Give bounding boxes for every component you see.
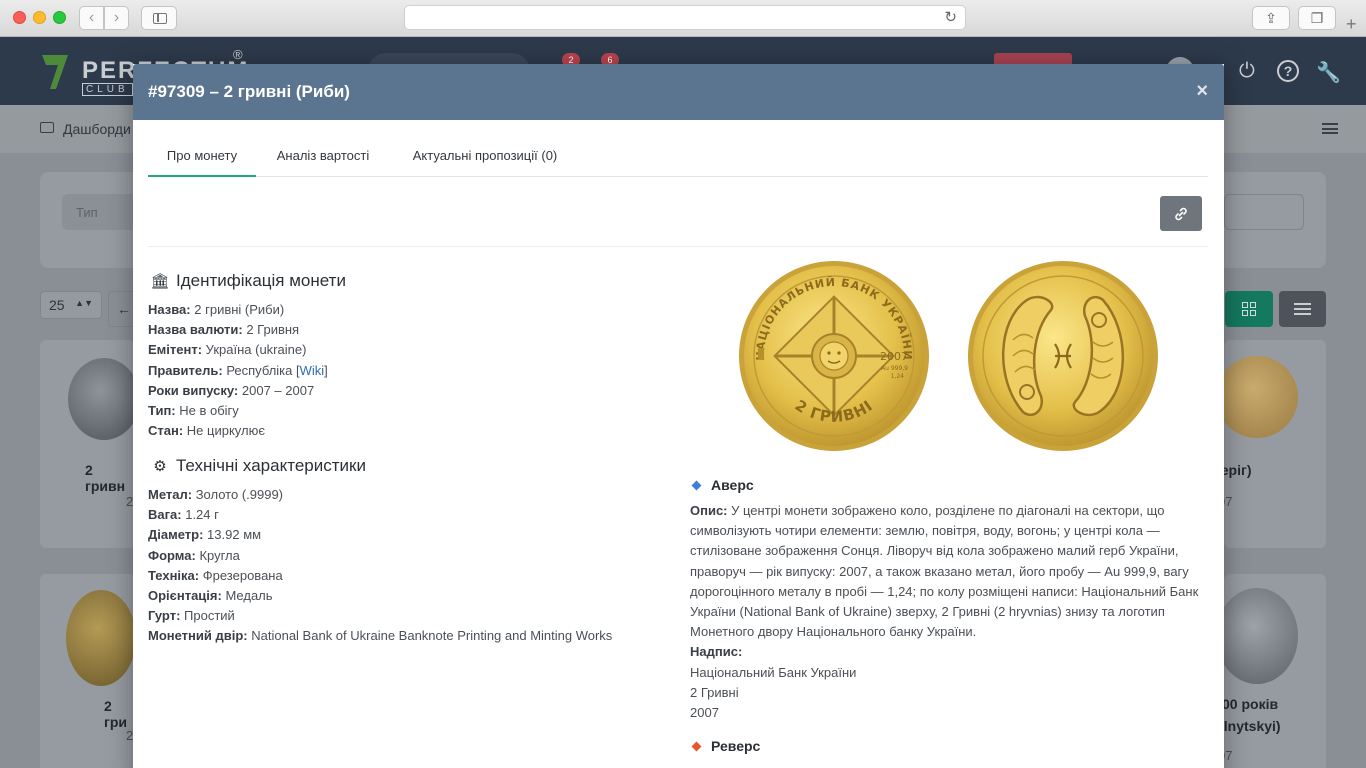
tabs-overview-button[interactable]: ❐ [1298,6,1336,30]
tab-value-analysis[interactable]: Аналіз вартості [273,138,373,177]
diamond-icon [691,480,702,491]
filter-input-right[interactable] [1224,194,1304,230]
prop-weight: Вага: 1.24 г [148,507,219,523]
prop-name: Назва: 2 гривні (Риби) [148,302,285,317]
breadcrumb-dashboards[interactable]: Дашборди [63,121,131,137]
reverse-image[interactable] [967,260,1159,452]
prop-issuer: Емітент: Україна (ukraine) [148,342,307,358]
logo-registered-mark: ® [233,47,243,62]
logo-icon [42,55,68,89]
logo-subtitle: CLUB [82,83,133,96]
select-arrows-icon: ▲▼ [75,298,93,308]
reload-icon[interactable]: ↻ [944,8,957,26]
modal-title: #97309 – 2 гривні (Риби) [148,82,350,101]
close-icon[interactable]: × [1196,80,1208,103]
power-icon[interactable]: ⏻ [1239,60,1255,83]
inscription-label: Надпис: [690,644,743,660]
modal-tabs: Про монету Аналіз вартості Актуальні про… [148,138,1208,177]
coin-card-title: 2 гри [104,698,127,730]
sidebar-toggle-button[interactable] [141,6,177,30]
reverse-coin-drawing [968,261,1158,451]
inscription-line: 2007 [690,705,719,721]
prop-years: Роки випуску: 2007 – 2007 [148,382,315,398]
wiki-link[interactable]: Wiki [300,363,325,378]
diamond-icon [691,741,702,752]
technical-list: Метал: Золото (.9999) Вага: 1.24 г Діаме… [148,485,612,647]
avers-description: Опис: У центрі монети зображено коло, ро… [690,501,1210,723]
prop-ruler: Правитель: Республіка [Wiki] [148,362,328,378]
svg-text:1,24: 1,24 [891,373,905,380]
gear-icon: ⚙ [153,458,167,475]
type-filter-input[interactable]: Тип [62,194,142,230]
modal-header: #97309 – 2 гривні (Риби) × [133,64,1224,120]
prop-status: Стан: Не циркулює [148,423,265,439]
prop-mint: Монетний двір: National Bank of Ukraine … [148,628,613,644]
new-tab-icon[interactable]: + [1346,14,1357,35]
coin-card[interactable]: зеріг) 07 [1214,340,1326,548]
close-window-button[interactable] [13,11,26,24]
coin-card-title: 2 гривн [85,462,126,494]
grid-view-button[interactable] [1225,291,1273,327]
prop-metal: Метал: Золото (.9999) [148,487,284,502]
coin-thumbnail [1216,588,1298,684]
identification-heading: 🏛 Ідентифікація монети [150,271,346,290]
wrench-icon[interactable]: 🔧 [1316,60,1341,85]
tab-current-offers[interactable]: Актуальні пропозиції (0) [407,138,563,177]
obverse-image[interactable]: НАЦІОНАЛЬНИЙ БАНК УКРАЇНИ 2007 Au 999,9 … [738,260,930,452]
prop-edge: Гурт: Простий [148,608,235,624]
tab-about-coin[interactable]: Про монету [148,138,256,177]
coin-thumbnail [1216,356,1298,438]
prop-orientation: Орієнтація: Медаль [148,588,273,604]
inscription-line: 2 Гривні [690,684,739,700]
zoom-window-button[interactable] [53,11,66,24]
coin-thumbnail [66,590,136,686]
prop-shape: Форма: Кругла [148,547,240,563]
monitor-icon [40,122,54,133]
share-button[interactable]: ⇪ [1252,6,1290,30]
grid-icon [1242,302,1256,316]
sidebar-icon [153,13,167,24]
bank-icon: 🏛 [150,273,170,290]
svg-text:2007: 2007 [880,350,908,363]
prop-currency: Назва валюти: 2 Гривня [148,322,300,338]
menu-icon[interactable] [1322,123,1338,134]
browser-toolbar: ‹ › ↻ ⇪ ❐ + [0,0,1366,37]
coin-card[interactable]: 2 гривн 2 [40,340,140,548]
avers-heading: Аверс [691,477,754,493]
prev-page-button[interactable]: ← [108,291,136,327]
per-page-select[interactable]: 25 ▲▼ [40,291,102,319]
divider [148,246,1208,247]
svg-text:Au 999,9: Au 999,9 [881,365,908,372]
prop-type: Тип: Не в обігу [148,403,239,419]
identification-list: Назва: 2 гривні (Риби) Назва валюти: 2 Г… [148,300,328,441]
back-button[interactable]: ‹ [79,6,104,30]
revers-heading: Реверс [691,738,760,754]
obverse-coin-drawing: НАЦІОНАЛЬНИЙ БАНК УКРАЇНИ 2007 Au 999,9 … [739,261,929,451]
address-bar[interactable]: ↻ [404,5,966,30]
coin-card[interactable]: 2 гри 2 [40,574,136,768]
technical-heading: ⚙ Технічні характеристики [150,456,366,476]
link-icon [1175,207,1187,221]
coin-details-modal: #97309 – 2 гривні (Риби) × Про монету Ан… [133,64,1224,768]
coin-card-title-line2: elnytskyi) [1216,718,1281,734]
per-page-value: 25 [49,297,65,313]
prop-diameter: Діаметр: 13.92 мм [148,527,262,543]
coin-thumbnail [68,358,140,440]
coin-card[interactable]: 00 років elnytskyi) 07 [1216,574,1326,768]
list-icon [1294,303,1311,315]
minimize-window-button[interactable] [33,11,46,24]
forward-button[interactable]: › [104,6,129,30]
inscription-line: Національний Банк України [690,664,857,680]
coin-card-title: 00 років [1222,696,1279,712]
copy-link-button[interactable] [1160,196,1202,231]
list-view-button[interactable] [1279,291,1326,327]
prop-technique: Техніка: Фрезерована [148,567,283,583]
help-icon[interactable]: ? [1277,60,1299,82]
avers-desc-text: Опис: У центрі монети зображено коло, ро… [690,503,1199,640]
